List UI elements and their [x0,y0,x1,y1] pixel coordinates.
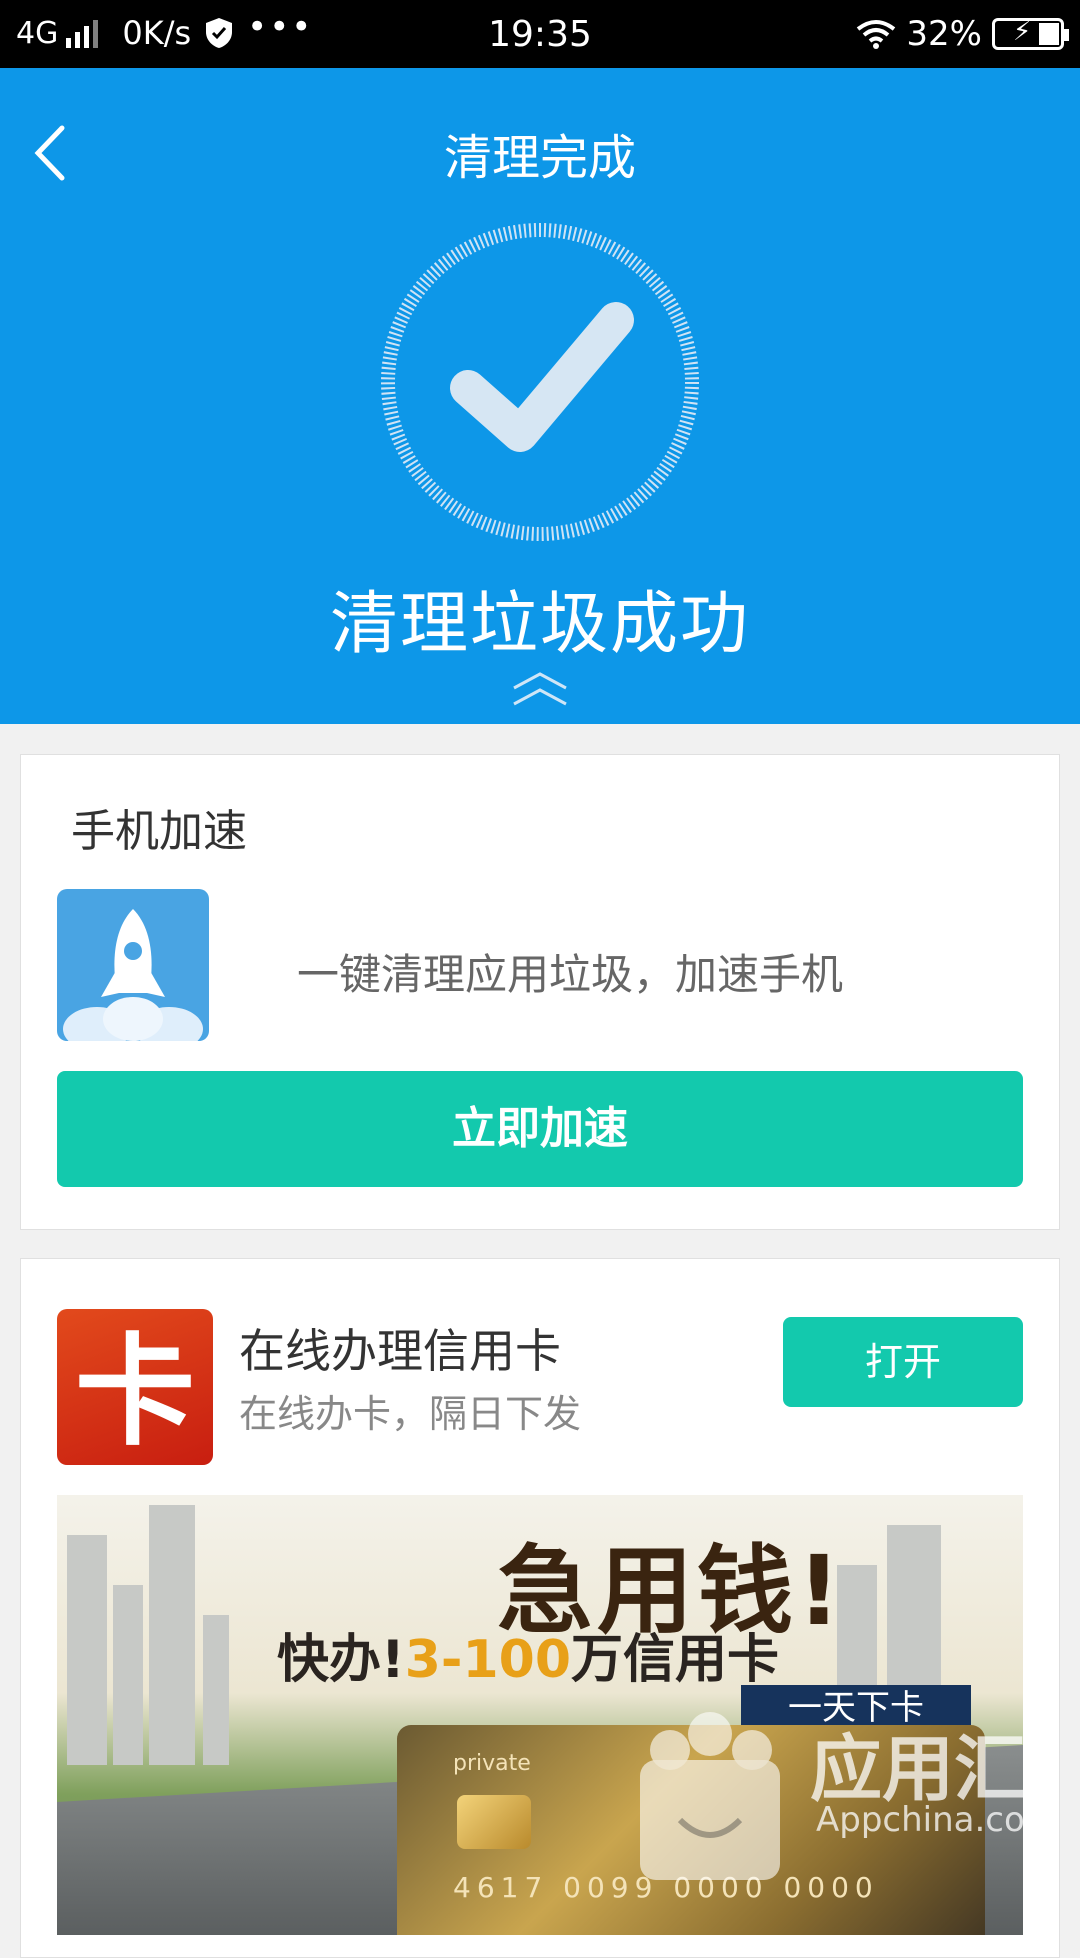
rocket-icon [57,889,209,1041]
success-message: 清理垃圾成功 [329,585,750,664]
watermark-sub: Appchina.com [816,1800,1058,1840]
card-description: 一键清理应用垃圾，加速手机 [297,950,844,999]
status-bar: 4G 0K/s ••• 19:35 32% ⚡ [0,0,1080,68]
battery-icon: ⚡ [992,17,1069,50]
banner-subline: 快办!3-100万信用卡 [277,1630,780,1690]
header: 清理完成 清理垃圾成功 [0,68,1080,724]
app-name: 在线办理信用卡 [239,1324,561,1378]
credit-card-app-icon[interactable]: 卡 [57,1309,213,1465]
watermark: 应用汇 Appchina.com [600,1700,1080,1900]
app-subtitle: 在线办卡，隔日下发 [239,1392,582,1436]
page-title: 清理完成 [443,130,636,186]
svg-text:卡: 卡 [75,1323,195,1462]
wifi-icon [857,20,896,49]
accelerate-card: 手机加速 一键清理应用垃圾，加速手机 立即加速 [20,754,1060,1230]
boost-now-button[interactable]: 立即加速 [57,1071,1023,1187]
battery-percent: 32% [906,14,982,54]
card-title: 手机加速 [71,806,247,857]
check-circle-icon [381,223,699,541]
open-button[interactable]: 打开 [783,1317,1023,1407]
chevron-up-icon[interactable] [508,668,572,712]
